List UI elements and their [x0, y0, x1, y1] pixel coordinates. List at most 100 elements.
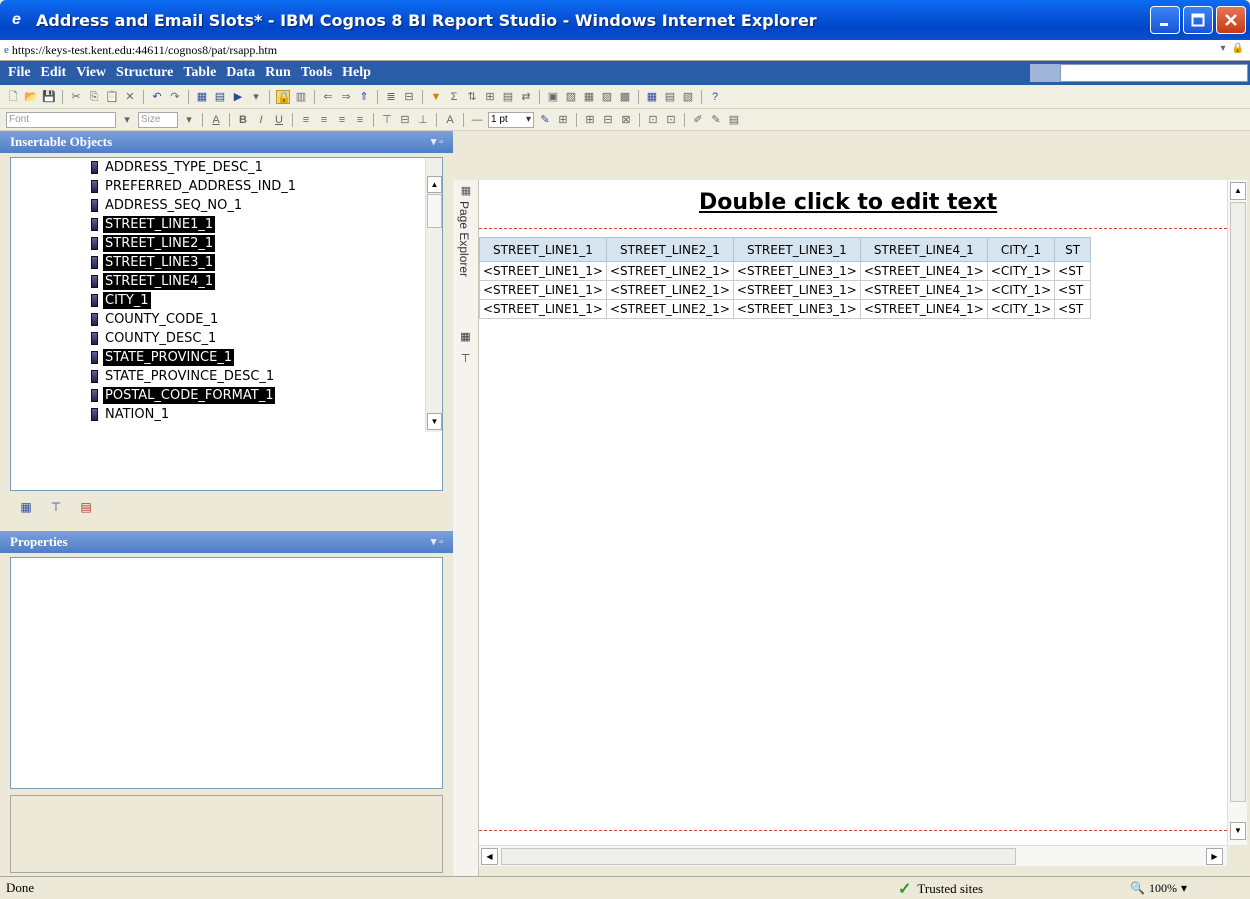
borders-icon[interactable]: ⊞ [556, 113, 570, 127]
menu-data[interactable]: Data [220, 65, 259, 81]
menu-run[interactable]: Run [259, 65, 295, 81]
line-width-select[interactable]: 1 pt [488, 111, 534, 128]
pane-pin-icon[interactable]: ▾ ▫ [431, 131, 443, 153]
menu-structure[interactable]: Structure [110, 65, 177, 81]
align-top-icon[interactable]: ⊤ [380, 113, 394, 127]
italic-icon[interactable]: I [254, 113, 268, 127]
view-data-icon[interactable]: ▥ [294, 90, 308, 104]
tree-item[interactable]: STREET_LINE4_1 [91, 272, 216, 291]
close-button[interactable] [1216, 6, 1246, 34]
border-color-icon[interactable]: ✎ [538, 113, 552, 127]
chart-icon[interactable]: ▤ [501, 90, 515, 104]
table-cell[interactable]: <STREET_LINE3_1> [732, 280, 861, 300]
menu-file[interactable]: File [0, 65, 35, 81]
menu-view[interactable]: View [70, 65, 110, 81]
tree-item[interactable]: STATE_PROVINCE_1 [91, 348, 235, 367]
tree-item[interactable]: STREET_LINE2_1 [91, 234, 216, 253]
condition-explorer-icon[interactable]: ⊤ [458, 352, 473, 367]
scroll-thumb[interactable] [427, 194, 442, 228]
hotspot-icon[interactable]: ▧ [681, 90, 695, 104]
query-explorer-icon[interactable]: ▦ [195, 90, 209, 104]
table-cell[interactable]: <CITY_1> [986, 261, 1056, 281]
report-title[interactable]: Double click to edit text [699, 190, 997, 215]
zoom-dropdown-icon[interactable]: ▾ [1181, 881, 1187, 896]
border-style-icon[interactable]: — [470, 113, 484, 127]
security-zone[interactable]: ✓ Trusted sites [898, 877, 983, 899]
menu-table[interactable]: Table [177, 65, 220, 81]
help-icon[interactable]: ? [708, 90, 722, 104]
column-header[interactable]: STREET_LINE2_1 [605, 237, 734, 262]
calculate-icon[interactable]: ⊞ [483, 90, 497, 104]
address-bar[interactable]: e https://keys-test.kent.edu:44611/cogno… [0, 40, 1250, 61]
column-header[interactable]: STREET_LINE4_1 [859, 237, 988, 262]
align-middle-icon[interactable]: ⊟ [398, 113, 412, 127]
cut-icon[interactable]: ✂ [69, 90, 83, 104]
canvas-horizontal-scrollbar[interactable]: ◀ ▶ [479, 845, 1227, 866]
url-text[interactable]: https://keys-test.kent.edu:44611/cognos8… [12, 43, 277, 58]
font-dropdown-icon[interactable]: ▾ [120, 113, 134, 127]
tree-item[interactable]: COUNTY_CODE_1 [91, 310, 220, 329]
redo-icon[interactable]: ↷ [168, 90, 182, 104]
query-explorer-icon[interactable]: ▦ [458, 330, 473, 345]
scroll-right-arrow-icon[interactable]: ▶ [1206, 848, 1223, 865]
group-icon[interactable]: ⊟ [402, 90, 416, 104]
insert-chart-icon[interactable]: ▤ [663, 90, 677, 104]
pane-pin-icon[interactable]: ▾ ▫ [431, 531, 443, 553]
swap-icon[interactable]: ⇄ [519, 90, 533, 104]
undo-icon[interactable]: ↶ [150, 90, 164, 104]
align-right-icon[interactable]: ≡ [335, 113, 349, 127]
lock-page-objects-icon[interactable]: 🔒 [276, 89, 291, 104]
insert-table-icon[interactable]: ▦ [582, 90, 596, 104]
font-color-icon[interactable]: A [209, 113, 223, 127]
tree-item[interactable]: STATE_PROVINCE_DESC_1 [91, 367, 276, 386]
tree-item[interactable]: POSTAL_CODE_FORMAT_1 [91, 386, 276, 405]
filter-icon[interactable]: ▼ [429, 90, 443, 104]
scroll-up-arrow-icon[interactable]: ▲ [1230, 182, 1246, 200]
run-report-icon[interactable]: ▶ [231, 90, 245, 104]
clear-style-icon[interactable]: ▤ [727, 113, 741, 127]
lock-icon[interactable]: 🔒 [1232, 43, 1244, 54]
table-cell[interactable]: <STREET_LINE1_1> [479, 299, 607, 319]
table-cell[interactable]: <ST [1054, 261, 1092, 281]
table-cell[interactable]: <STREET_LINE2_1> [605, 280, 734, 300]
apply-style-icon[interactable]: ✎ [709, 113, 723, 127]
back-icon[interactable]: ⇐ [321, 90, 335, 104]
window-title-bar[interactable]: e Address and Email Slots* - IBM Cognos … [0, 0, 1250, 40]
zoom-control[interactable]: 🔍 100% ▾ [1130, 877, 1187, 899]
split-cells-icon[interactable]: ⊠ [619, 113, 633, 127]
tree-item[interactable]: ADDRESS_TYPE_DESC_1 [91, 158, 265, 177]
table-cell[interactable]: <CITY_1> [986, 299, 1056, 319]
list-icon[interactable]: ≣ [384, 90, 398, 104]
tree-item[interactable]: COUNTY_DESC_1 [91, 329, 218, 348]
margin-icon[interactable]: ⊡ [664, 113, 678, 127]
align-center-icon[interactable]: ≡ [317, 113, 331, 127]
justify-icon[interactable]: ≡ [353, 113, 367, 127]
source-tab-icon[interactable]: ▦ [16, 498, 36, 516]
tree-item[interactable]: STREET_LINE1_1 [91, 215, 216, 234]
underline-icon[interactable]: U [272, 113, 286, 127]
sort-icon[interactable]: ⇅ [465, 90, 479, 104]
maximize-button[interactable] [1183, 6, 1213, 34]
summarize-icon[interactable]: Σ [447, 90, 461, 104]
table-cell[interactable]: <STREET_LINE2_1> [605, 299, 734, 319]
font-select[interactable]: Font [6, 111, 116, 128]
scroll-up-arrow-icon[interactable]: ▲ [427, 176, 442, 193]
table-cell[interactable]: <STREET_LINE2_1> [605, 261, 734, 281]
table-cell[interactable]: <ST [1054, 299, 1092, 319]
align-left-icon[interactable]: ≡ [299, 113, 313, 127]
tree-scrollbar[interactable]: ▲ ▼ [425, 158, 442, 432]
new-icon[interactable]: 🗋 [6, 90, 20, 104]
table-cell[interactable]: <STREET_LINE1_1> [479, 261, 607, 281]
table-cell[interactable]: <STREET_LINE1_1> [479, 280, 607, 300]
scroll-thumb[interactable] [501, 848, 1016, 865]
copy-icon[interactable]: ⎘ [87, 90, 101, 104]
column-header[interactable]: CITY_1 [986, 237, 1056, 262]
bookmark-icon[interactable]: ▩ [618, 90, 632, 104]
tree-item[interactable]: CITY_1 [91, 291, 151, 310]
run-dropdown-icon[interactable]: ▾ [249, 90, 263, 104]
save-icon[interactable]: 💾 [42, 90, 56, 104]
tree-item[interactable]: PREFERRED_ADDRESS_IND_1 [91, 177, 298, 196]
scroll-left-arrow-icon[interactable]: ◀ [481, 848, 498, 865]
padding-icon[interactable]: ⊡ [646, 113, 660, 127]
tree-item[interactable]: NATION_1 [91, 405, 171, 424]
